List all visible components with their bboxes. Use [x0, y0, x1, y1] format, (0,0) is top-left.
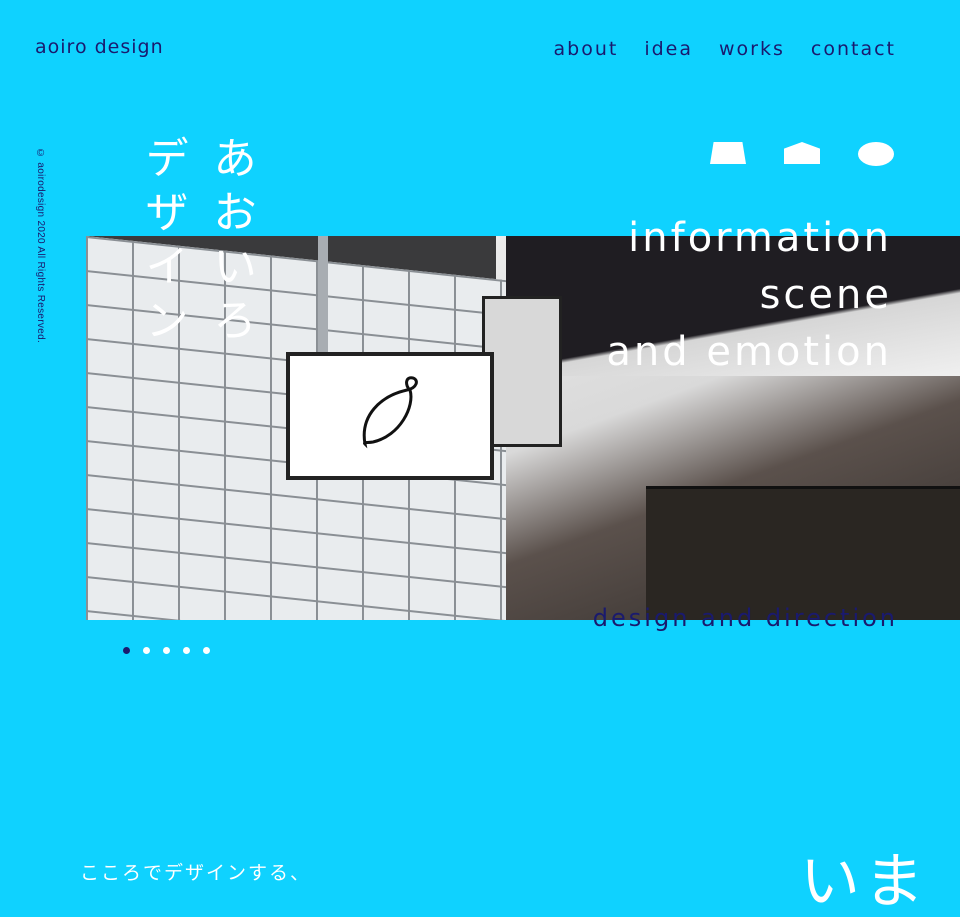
nav-contact[interactable]: contact [811, 38, 896, 60]
trapezoid-shape-icon [710, 142, 746, 164]
slider-dot-3[interactable] [163, 647, 170, 654]
hero-subtitle: design and direction [592, 604, 898, 632]
oval-shape-icon [858, 142, 894, 166]
copyright: © aoirodesign 2020 All Rights Reserved. [35, 148, 46, 344]
main-nav: about idea works contact [554, 38, 897, 60]
house-shape-icon [784, 142, 820, 164]
slider-dot-5[interactable] [203, 647, 210, 654]
tagline-line-2: scene [759, 272, 892, 318]
nav-about[interactable]: about [554, 38, 619, 60]
section-lead: こころでデザインする、 [80, 862, 312, 884]
logo[interactable]: aoiro design [35, 36, 164, 58]
nav-works[interactable]: works [719, 38, 785, 60]
jp-title-design: デザイン [137, 135, 188, 351]
hero-tagline: information scene and emotion [606, 210, 892, 381]
slider-dots [123, 647, 210, 654]
window [646, 486, 960, 620]
leaf-icon [362, 376, 418, 449]
section-big-text: いま [800, 847, 928, 917]
shape-icons [710, 142, 900, 168]
tagline-line-1: information [628, 215, 892, 261]
slider-dot-2[interactable] [143, 647, 150, 654]
slider-dot-1[interactable] [123, 647, 130, 654]
jp-title-aoiro: あおいろ [205, 135, 256, 351]
slider-dot-4[interactable] [183, 647, 190, 654]
tagline-line-3: and emotion [606, 329, 892, 375]
nav-idea[interactable]: idea [644, 38, 693, 60]
sign-front [286, 352, 494, 480]
pipe [318, 236, 328, 356]
sign-side [482, 296, 562, 447]
